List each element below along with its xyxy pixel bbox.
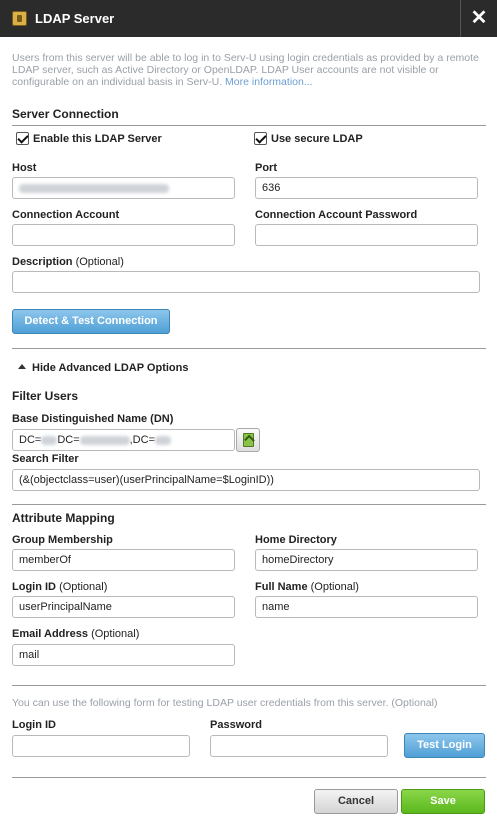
connection-password-input[interactable]: [255, 224, 478, 246]
attribute-mapping-title: Attribute Mapping: [12, 511, 115, 525]
dn-part: DC=: [19, 434, 42, 446]
checkbox-checked-icon: [254, 132, 267, 145]
group-membership-input[interactable]: memberOf: [12, 549, 235, 571]
save-button[interactable]: Save: [401, 789, 485, 814]
test-login-id-input[interactable]: [12, 735, 190, 757]
divider: [12, 348, 486, 349]
collapse-arrow-icon: [18, 364, 26, 369]
test-login-id-label: Login ID: [12, 719, 56, 731]
host-label: Host: [12, 162, 37, 174]
redacted-value: [41, 435, 58, 445]
search-filter-label: Search Filter: [12, 453, 79, 465]
port-label: Port: [255, 162, 277, 174]
enable-ldap-checkbox[interactable]: Enable this LDAP Server: [16, 132, 162, 145]
full-name-label-text: Full Name: [255, 581, 308, 593]
full-name-label: Full Name (Optional): [255, 581, 359, 593]
optional-hint: (Optional): [310, 581, 359, 593]
more-information-link[interactable]: More information...: [225, 76, 313, 88]
connection-account-input[interactable]: [12, 224, 235, 246]
optional-hint: (Optional): [59, 581, 108, 593]
login-id-attr-label-text: Login ID: [12, 581, 56, 593]
description-label: Description (Optional): [12, 256, 124, 268]
test-password-input[interactable]: [210, 735, 388, 757]
dn-part: DC=: [57, 434, 80, 446]
test-password-label: Password: [210, 719, 262, 731]
divider: [12, 777, 486, 778]
dialog-title: LDAP Server: [35, 11, 115, 26]
connection-account-label: Connection Account: [12, 209, 120, 221]
divider: [12, 125, 486, 126]
email-address-label: Email Address (Optional): [12, 628, 139, 640]
browse-icon: [243, 433, 254, 447]
base-dn-input[interactable]: DC= DC= ,DC=: [12, 429, 235, 451]
secure-ldap-label: Use secure LDAP: [271, 133, 363, 145]
port-input[interactable]: 636: [255, 177, 478, 199]
redacted-value: [79, 435, 130, 445]
host-input[interactable]: [12, 177, 235, 199]
redacted-value: [155, 435, 171, 445]
advanced-options-label: Hide Advanced LDAP Options: [32, 362, 189, 374]
test-login-button[interactable]: Test Login: [404, 733, 485, 758]
test-note: You can use the following form for testi…: [12, 697, 438, 709]
email-address-input[interactable]: mail: [12, 644, 235, 666]
server-connection-title: Server Connection: [12, 107, 119, 121]
divider: [12, 685, 486, 686]
filter-users-title: Filter Users: [12, 389, 79, 403]
title-bar: LDAP Server ✕: [0, 0, 497, 37]
login-id-attr-label: Login ID (Optional): [12, 581, 107, 593]
intro-text: Users from this server will be able to l…: [12, 52, 488, 88]
checkbox-checked-icon: [16, 132, 29, 145]
redacted-value: [19, 183, 169, 193]
email-address-label-text: Email Address: [12, 628, 89, 640]
optional-hint: (Optional): [91, 628, 140, 640]
description-label-text: Description: [12, 256, 73, 268]
search-filter-input[interactable]: (&(objectclass=user)(userPrincipalName=$…: [12, 469, 480, 491]
advanced-options-toggle[interactable]: Hide Advanced LDAP Options: [18, 362, 188, 374]
dn-part: ,DC=: [129, 434, 155, 446]
optional-hint: (Optional): [75, 256, 124, 268]
group-membership-label: Group Membership: [12, 534, 113, 546]
home-directory-label: Home Directory: [255, 534, 337, 546]
divider: [12, 504, 486, 505]
secure-ldap-checkbox[interactable]: Use secure LDAP: [254, 132, 363, 145]
description-input[interactable]: [12, 271, 480, 293]
detect-test-connection-button[interactable]: Detect & Test Connection: [12, 309, 170, 334]
home-directory-input[interactable]: homeDirectory: [255, 549, 478, 571]
base-dn-label: Base Distinguished Name (DN): [12, 413, 174, 425]
login-id-attr-input[interactable]: userPrincipalName: [12, 596, 235, 618]
ldap-server-icon: [12, 11, 27, 26]
cancel-button[interactable]: Cancel: [314, 789, 398, 814]
connection-password-label: Connection Account Password: [255, 209, 418, 221]
browse-dn-button[interactable]: [236, 428, 260, 452]
close-button[interactable]: ✕: [460, 0, 497, 37]
full-name-input[interactable]: name: [255, 596, 478, 618]
enable-ldap-label: Enable this LDAP Server: [33, 133, 162, 145]
